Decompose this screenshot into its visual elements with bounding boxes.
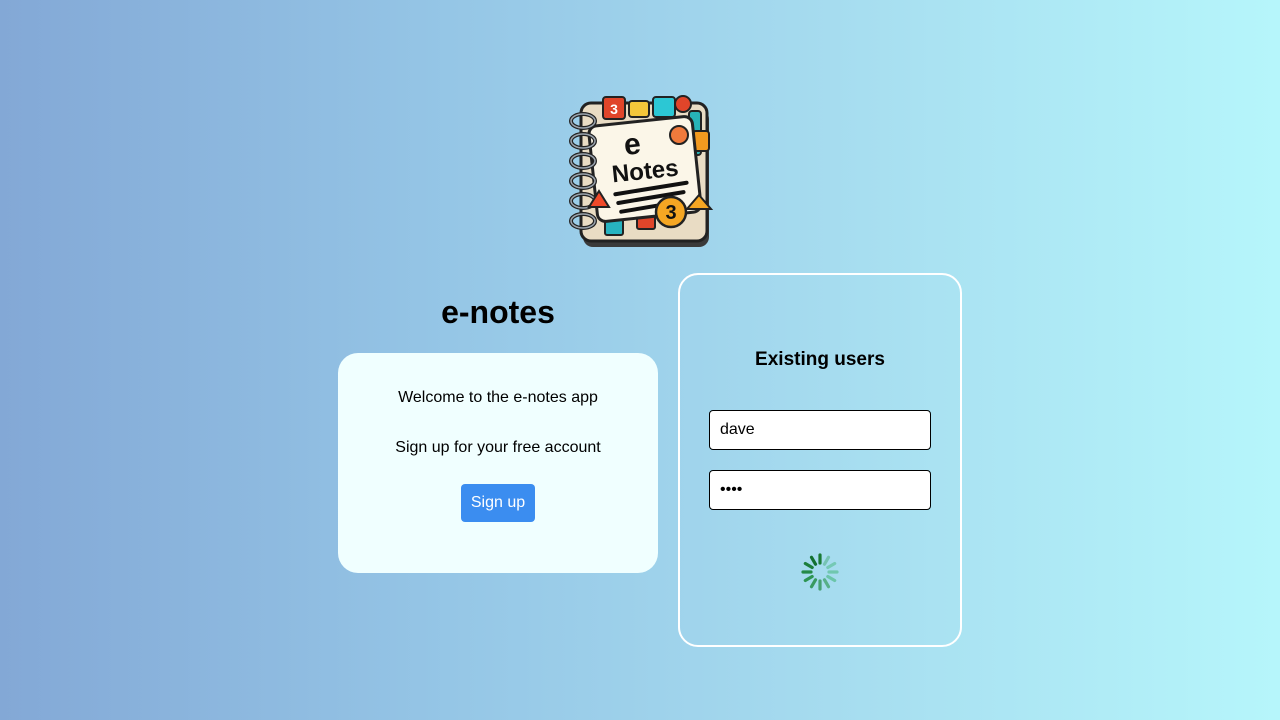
login-card: Existing users <box>678 273 962 647</box>
e-notes-logo: 3 e Notes 3 <box>565 95 715 250</box>
signup-section: e-notes Welcome to the e-notes app Sign … <box>338 290 658 573</box>
app-title: e-notes <box>441 294 555 330</box>
login-heading: Existing users <box>755 349 885 370</box>
password-input[interactable] <box>709 470 931 510</box>
welcome-card: Welcome to the e-notes app Sign up for y… <box>338 353 658 573</box>
signup-prompt: Sign up for your free account <box>395 439 601 456</box>
username-input[interactable] <box>709 410 931 450</box>
svg-text:3: 3 <box>610 101 618 117</box>
welcome-text: Welcome to the e-notes app <box>398 389 598 406</box>
signup-button[interactable]: Sign up <box>460 484 536 522</box>
svg-text:3: 3 <box>665 202 676 224</box>
svg-text:e: e <box>622 127 642 162</box>
loading-spinner-icon <box>800 552 840 592</box>
